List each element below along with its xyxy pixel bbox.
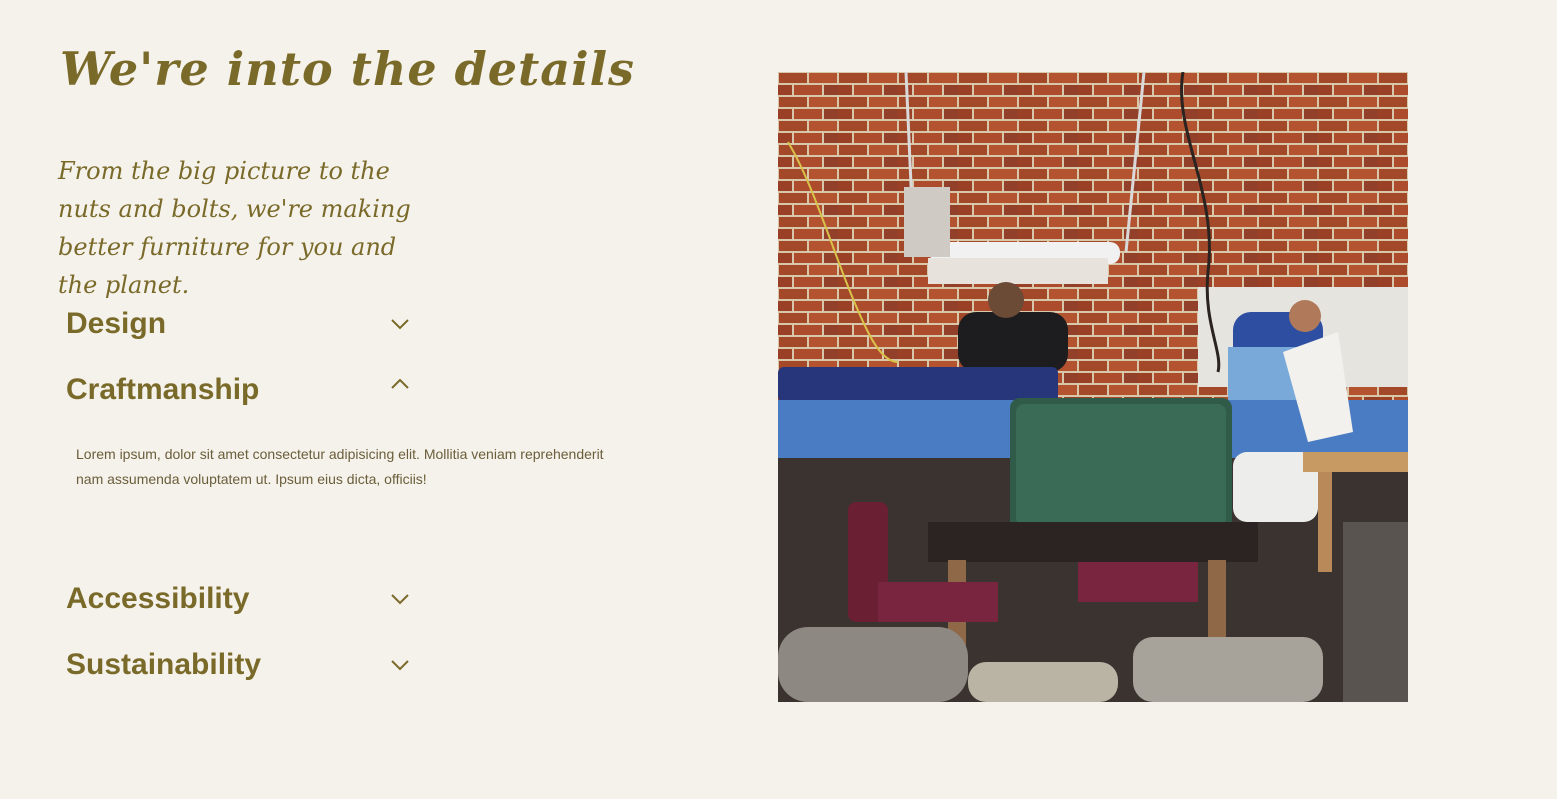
chevron-down-icon[interactable] bbox=[390, 317, 410, 331]
workshop-photo bbox=[778, 72, 1408, 702]
section-heading: We're into the details bbox=[60, 42, 635, 96]
chevron-up-icon[interactable] bbox=[390, 377, 410, 391]
accordion-item-craftmanship: Craftmanship bbox=[66, 370, 416, 410]
chevron-down-icon[interactable] bbox=[390, 592, 410, 606]
accordion-title-design: Design bbox=[66, 307, 167, 340]
accordion-toggle-accessibility[interactable]: Accessibility bbox=[66, 579, 416, 619]
accordion-item-design: Design bbox=[66, 304, 416, 344]
accordion-title-craftmanship: Craftmanship bbox=[66, 373, 260, 406]
accordion-body-craftmanship: Lorem ipsum, dolor sit amet consectetur … bbox=[76, 446, 604, 487]
chevron-down-icon[interactable] bbox=[390, 658, 410, 672]
accordion-item-accessibility: Accessibility bbox=[66, 579, 416, 619]
accordion-toggle-sustainability[interactable]: Sustainability bbox=[66, 645, 416, 685]
accordion-item-sustainability: Sustainability bbox=[66, 645, 416, 685]
accordion-title-sustainability: Sustainability bbox=[66, 648, 262, 681]
accordion-title-accessibility: Accessibility bbox=[66, 582, 250, 615]
accordion-toggle-design[interactable]: Design bbox=[66, 304, 416, 344]
accordion-toggle-craftmanship[interactable]: Craftmanship bbox=[66, 370, 416, 410]
section-subheading: From the big picture to the nuts and bol… bbox=[58, 157, 411, 299]
